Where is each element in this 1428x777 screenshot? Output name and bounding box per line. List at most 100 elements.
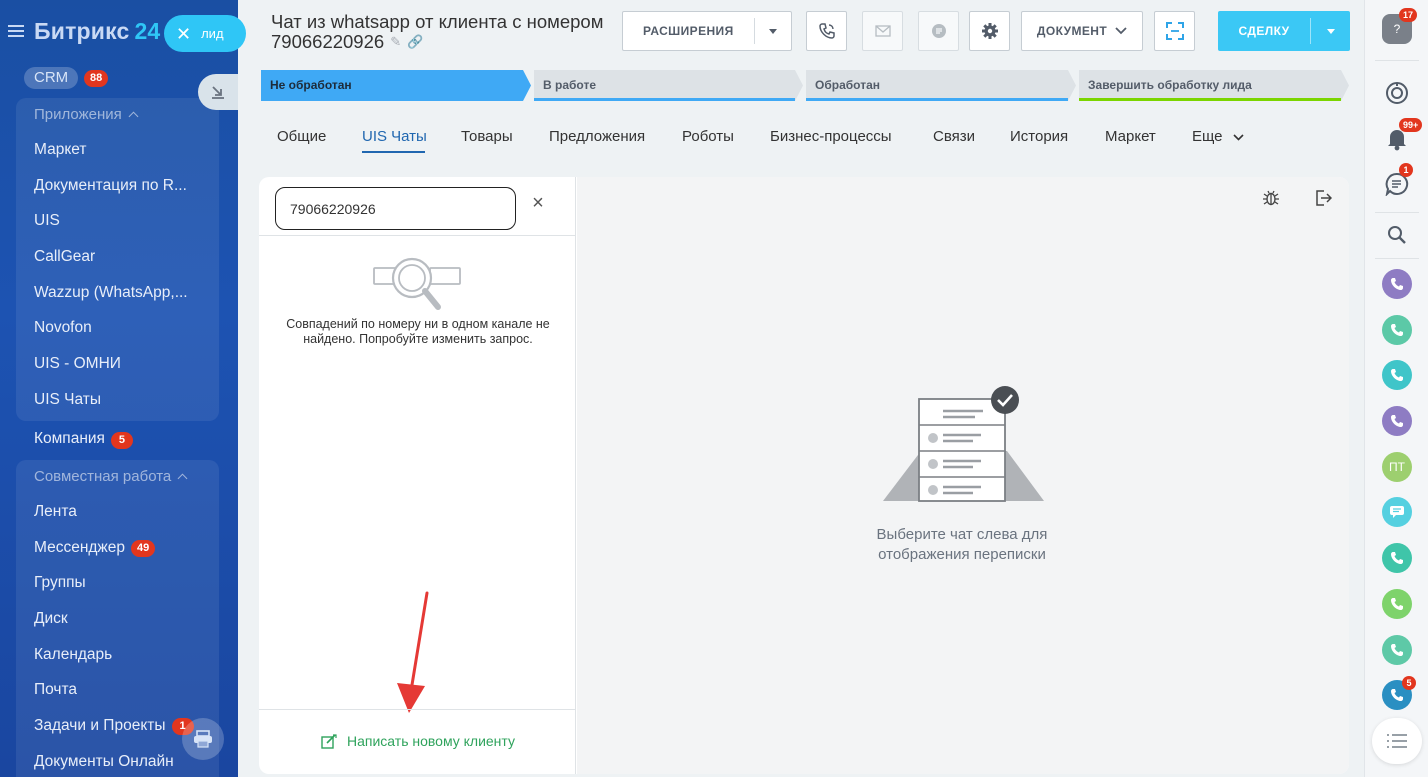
sidebar-item-mail[interactable]: Почта [16,672,219,708]
brand[interactable]: Битрикс 24 [8,14,160,48]
notifications-button[interactable]: 99+ [1382,118,1423,154]
tab-robots[interactable]: Роботы [682,128,734,145]
stage-not-processed[interactable]: Не обработан [261,70,531,101]
crm-counter-badge: 88 [84,70,109,87]
sidebar-item-documentation[interactable]: Документация по R... [16,168,219,204]
sidebar-item-novofon[interactable]: Novofon [16,310,219,346]
contact-phone-4[interactable] [1382,589,1412,619]
sidebar-item-market[interactable]: Маркет [16,132,219,168]
logout-icon[interactable] [1314,189,1332,207]
search-button[interactable] [1382,220,1412,250]
sidebar-item-uis[interactable]: UIS [16,203,219,239]
sidebar-item-feed[interactable]: Лента [16,494,219,530]
phone-icon [1382,543,1412,573]
message-icon [1382,497,1412,527]
sidebar-item-calendar[interactable]: Календарь [16,637,219,673]
tab-uis-chats[interactable]: UIS Чаты [362,128,427,145]
bug-icon[interactable] [1262,189,1280,207]
contact-phone-6[interactable]: 5 [1382,676,1416,710]
red-arrow-annotation [397,591,429,713]
apps-group-title[interactable]: Приложения [16,98,219,132]
convert-to-deal-button[interactable]: СДЕЛКУ [1218,11,1350,51]
phone-icon [1382,635,1412,665]
work-group-title[interactable]: Совместная работа [16,460,219,494]
stage-finish-lead[interactable]: Завершить обработку лида [1079,70,1349,101]
document-button[interactable]: ДОКУМЕНТ [1021,11,1143,51]
phone-icon [818,23,835,39]
brand-number: 24 [134,17,161,44]
sidebar-item-company[interactable]: Компания 5 [34,430,133,449]
brand-name: Битрикс [34,17,130,44]
close-slider-tag[interactable]: ✕ лид [164,15,246,52]
sidebar-item-uis-omni[interactable]: UIS - ОМНИ [16,346,219,382]
search-input[interactable] [275,187,516,230]
contact-chat[interactable] [1382,497,1412,527]
extensions-button[interactable]: РАСШИРЕНИЯ [622,11,792,51]
compose-icon [321,733,337,749]
contact-viber-1[interactable] [1382,269,1412,299]
chat-button[interactable] [918,11,959,51]
sidebar-item-uis-chats[interactable]: UIS Чаты [16,382,219,418]
close-icon[interactable]: × [529,193,547,213]
close-icon: ✕ [176,23,192,44]
tab-links[interactable]: Связи [933,128,975,145]
call-button[interactable] [806,11,847,51]
sidebar-item-callgear[interactable]: CallGear [16,239,219,275]
link-icon[interactable]: 🔗 [407,32,423,52]
tab-offers[interactable]: Предложения [549,128,645,145]
email-button[interactable] [862,11,903,51]
phone-icon [1382,360,1412,390]
lead-card: Чат из whatsapp от клиента с номером 790… [238,0,1364,777]
collapse-slider-button[interactable] [198,74,238,110]
contact-phone-3[interactable] [1382,543,1412,573]
chevron-up-icon [128,111,139,122]
tab-products[interactable]: Товары [461,128,513,145]
phone-icon [1382,315,1412,345]
settings-button[interactable] [969,11,1010,51]
tab-more[interactable]: Еще [1192,128,1244,145]
list-icon [1387,734,1407,748]
contact-badge: 5 [1402,676,1416,690]
stage-processed[interactable]: Обработан [806,70,1076,101]
print-icon[interactable] [182,718,224,760]
contact-phone-5[interactable] [1382,635,1412,665]
chevron-down-icon [1233,134,1244,141]
tab-business-processes[interactable]: Бизнес-процессы [770,128,892,145]
stage-in-progress[interactable]: В работе [534,70,803,101]
sidebar-item-crm[interactable]: CRM [24,67,79,89]
tab-history[interactable]: История [1010,128,1068,145]
sidebar-item-groups[interactable]: Группы [16,565,219,601]
tab-market[interactable]: Маркет [1105,128,1156,145]
contact-phone-1[interactable] [1382,315,1412,345]
phone-icon [1382,589,1412,619]
sidebar-item-wazzup[interactable]: Wazzup (WhatsApp,... [16,275,219,311]
write-new-client-button[interactable]: Написать новому клиенту [321,733,515,749]
mail-icon [874,25,891,37]
user-initials-avatar: ПТ [1382,452,1412,482]
messenger-counter-badge: 49 [131,539,156,557]
select-chat-illustration-icon [883,386,1044,502]
page-title: Чат из whatsapp от клиента с номером 790… [271,11,604,52]
scan-button[interactable] [1154,11,1195,51]
contact-viber-2[interactable] [1382,406,1412,436]
contact-phone-2[interactable] [1382,360,1412,390]
sidebar-item-messenger[interactable]: Мессенджер 49 [16,530,219,566]
search-icon [1388,226,1406,244]
help-button[interactable]: ? 17 [1382,8,1418,44]
lid-tag-label: лид [201,26,224,41]
timeman-button[interactable] [1382,78,1412,108]
sidebar-item-disk[interactable]: Диск [16,601,219,637]
notifications-badge: 99+ [1399,118,1423,132]
menu-icon[interactable] [8,25,24,37]
open-lines-button[interactable]: 1 [1382,163,1413,199]
apps-group: Приложения Маркет Документация по R... U… [16,98,219,421]
chat-badge: 1 [1399,163,1413,177]
menu-list-button[interactable] [1372,718,1422,764]
contact-avatar-pt[interactable]: ПТ [1382,452,1412,482]
chat-view: Выберите чат слева для отображения переп… [577,177,1349,774]
chevron-down-icon[interactable] [1326,28,1335,34]
edit-pencil-icon[interactable]: ✎ [390,32,401,52]
no-results-message: Совпадений по номеру ни в одном канале н… [286,317,550,346]
chevron-down-icon[interactable] [769,29,777,34]
tab-general[interactable]: Общие [277,128,326,145]
